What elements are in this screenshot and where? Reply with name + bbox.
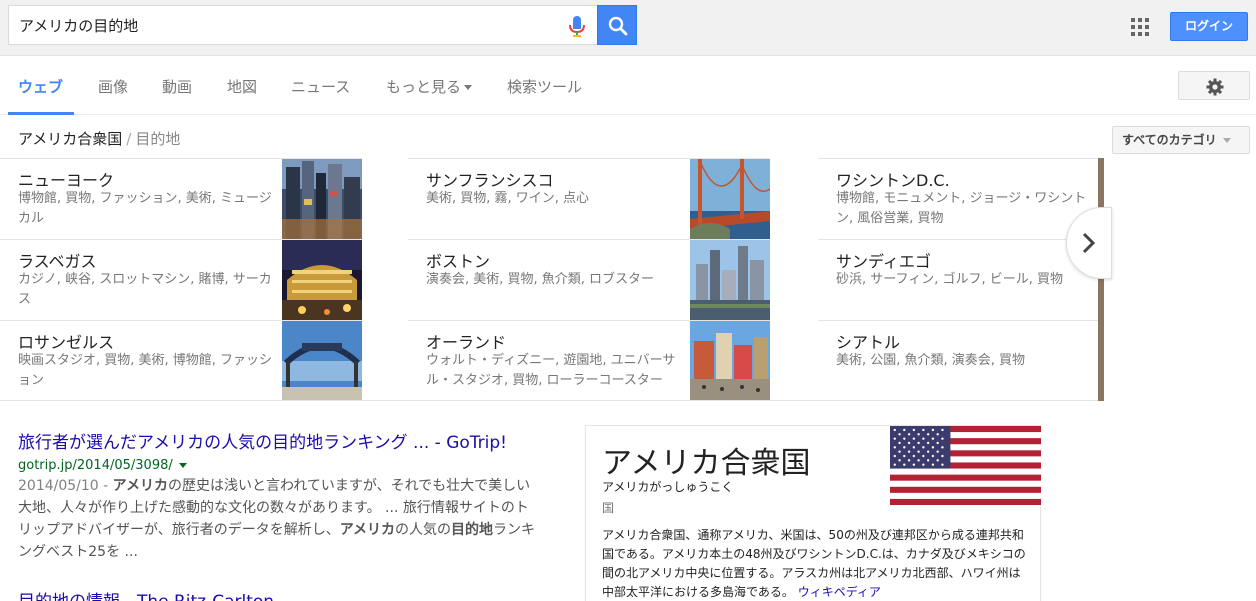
destination-card-new-york[interactable]: ニューヨーク 博物館, 買物, ファッション, 美術, ミュージカル (0, 158, 362, 239)
search-tabs: ウェブ 画像 動画 地図 ニュース もっと見る 検索ツール (0, 57, 1256, 115)
top-bar: アメリカの目的地 ログイン (0, 0, 1256, 56)
snippet-text: の人気の (395, 522, 452, 538)
tab-more[interactable]: もっと見る (386, 76, 473, 97)
new-york-thumbnail (282, 159, 362, 239)
caret-down-icon[interactable] (178, 463, 187, 468)
destination-card-los-angeles[interactable]: ロサンゼルス 映画スタジオ, 買物, 美術, 博物館, ファッション (0, 320, 362, 400)
search-result: 旅行者が選んだアメリカの人気の目的地ランキング ... - GoTrip! go… (18, 428, 538, 563)
los-angeles-thumbnail (282, 321, 362, 400)
active-tab-indicator (8, 112, 74, 115)
microphone-icon[interactable] (569, 16, 585, 38)
destination-name: オーランド (426, 333, 507, 352)
search-input[interactable]: アメリカの目的地 (8, 5, 597, 45)
wikipedia-link[interactable]: ウィキペディア (798, 585, 881, 599)
tab-web[interactable]: ウェブ (18, 76, 63, 97)
knowledge-panel: アメリカ合衆国 アメリカがっしゅうこく 国 アメリカ合衆国、通称アメリカ、米国は… (585, 425, 1041, 601)
snippet-highlight: アメリカ (339, 522, 396, 538)
destination-card-las-vegas[interactable]: ラスベガス カジノ, 峡谷, スロットマシン, 賭博, サーカス (0, 239, 362, 320)
destination-tags: 演奏会, 美術, 買物, 魚介類, ロブスター (426, 272, 655, 287)
boston-thumbnail (690, 240, 770, 320)
result-date: 2014/05/10 - (18, 478, 113, 494)
destination-card-washington-dc[interactable]: ワシントンD.C. 博物館, モニュメント, ジョージ・ワシントン, 風俗営業,… (818, 158, 1102, 239)
destination-tags: ウォルト・ディズニー, 遊園地, ユニバーサル・スタジオ, 買物, ローラーコー… (426, 353, 676, 388)
destination-card-orlando[interactable]: オーランド ウォルト・ディズニー, 遊園地, ユニバーサル・スタジオ, 買物, … (408, 320, 770, 400)
san-francisco-thumbnail (690, 159, 770, 239)
login-button[interactable]: ログイン (1170, 12, 1248, 41)
las-vegas-thumbnail (282, 240, 362, 320)
knowledge-panel-reading: アメリカがっしゅうこく (602, 480, 734, 494)
result-title-link[interactable]: 旅行者が選んだアメリカの人気の目的地ランキング ... - GoTrip! (18, 428, 538, 453)
category-filter-dropdown[interactable]: すべてのカテゴリ (1112, 126, 1250, 154)
destination-card-san-francisco[interactable]: サンフランシスコ 美術, 買物, 霧, ワイン, 点心 (408, 158, 770, 239)
orlando-thumbnail (690, 321, 770, 400)
tab-more-label: もっと見る (386, 78, 462, 96)
destination-card-boston[interactable]: ボストン 演奏会, 美術, 買物, 魚介類, ロブスター (408, 239, 770, 320)
search-query[interactable]: アメリカの目的地 (19, 15, 138, 36)
knowledge-panel-type: 国 (602, 501, 615, 515)
destination-card-san-diego[interactable]: サンディエゴ 砂浜, サーフィン, ゴルフ, ビール, 買物 (818, 239, 1102, 320)
destination-tags: カジノ, 峡谷, スロットマシン, 賭博, サーカス (18, 272, 272, 307)
destination-name: シアトル (836, 333, 901, 352)
next-card-peek-image (1098, 158, 1104, 401)
destination-carousel: ニューヨーク 博物館, 買物, ファッション, 美術, ミュージカル サンフラン… (0, 158, 1102, 401)
destination-name: サンフランシスコ (426, 171, 554, 190)
search-button[interactable] (597, 5, 637, 45)
destination-tags: 映画スタジオ, 買物, 美術, 博物館, ファッション (18, 353, 273, 388)
gear-icon (1206, 78, 1224, 96)
destination-name: ラスベガス (18, 252, 97, 271)
destination-tags: 美術, 買物, 霧, ワイン, 点心 (426, 191, 590, 206)
destination-name: ニューヨーク (18, 171, 115, 190)
breadcrumb: アメリカ合衆国 / 目的地 (18, 128, 180, 149)
tab-maps[interactable]: 地図 (227, 76, 257, 97)
settings-button[interactable] (1178, 71, 1250, 100)
breadcrumb-separator: / (126, 130, 132, 148)
destination-name: サンディエゴ (836, 252, 931, 271)
destination-card-seattle[interactable]: シアトル 美術, 公園, 魚介類, 演奏会, 買物 (818, 320, 1102, 400)
result-title-link[interactable]: 目的地の情報 - The Ritz-Carlton (18, 587, 538, 601)
result-url: gotrip.jp/2014/05/3098/ (18, 458, 538, 473)
result-snippet: 2014/05/10 - アメリカの歴史は浅いと言われていますが、それでも壮大で… (18, 475, 538, 563)
category-filter-label: すべてのカテゴリ (1122, 133, 1217, 147)
destination-tags: 砂浜, サーフィン, ゴルフ, ビール, 買物 (836, 272, 1064, 287)
chevron-down-icon (1222, 138, 1231, 143)
tab-images[interactable]: 画像 (98, 76, 128, 97)
destination-tags: 博物館, 買物, ファッション, 美術, ミュージカル (18, 191, 272, 226)
destination-tags: 美術, 公園, 魚介類, 演奏会, 買物 (836, 353, 1026, 368)
destination-name: ワシントンD.C. (836, 171, 950, 190)
destination-name: ボストン (426, 252, 491, 271)
tab-search-tools[interactable]: 検索ツール (507, 76, 582, 97)
tab-news[interactable]: ニュース (291, 76, 350, 97)
chevron-right-icon (1082, 232, 1096, 254)
search-icon (608, 16, 628, 36)
knowledge-panel-description: アメリカ合衆国、通称アメリカ、米国は、50の州及び連邦区から成る連邦共和国である… (602, 526, 1026, 601)
result-url-text: gotrip.jp/2014/05/3098/ (18, 458, 173, 473)
snippet-highlight: アメリカ (112, 478, 168, 494)
search-result: 目的地の情報 - The Ritz-Carlton (18, 587, 538, 601)
knowledge-panel-title: アメリカ合衆国 (602, 446, 811, 481)
breadcrumb-root[interactable]: アメリカ合衆国 (18, 130, 122, 148)
apps-grid-icon[interactable] (1131, 18, 1149, 36)
chevron-down-icon (464, 85, 473, 90)
breadcrumb-current: 目的地 (135, 130, 181, 148)
destination-tags: 博物館, モニュメント, ジョージ・ワシントン, 風俗営業, 買物 (836, 191, 1087, 226)
tab-videos[interactable]: 動画 (162, 76, 192, 97)
us-flag-image[interactable] (890, 426, 1041, 505)
destination-name: ロサンゼルス (18, 333, 115, 352)
snippet-highlight: 目的地 (451, 522, 494, 538)
